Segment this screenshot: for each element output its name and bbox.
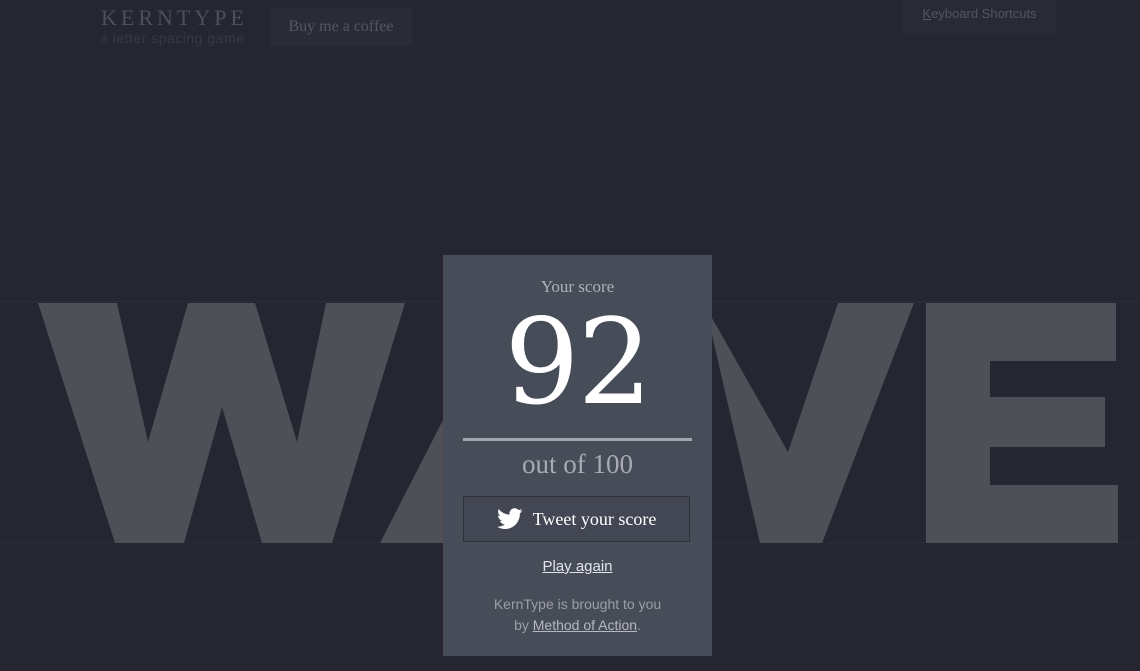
score-divider	[463, 438, 692, 441]
score-max: out of 100	[522, 449, 633, 479]
tweet-score-button[interactable]: Tweet your score	[463, 496, 690, 542]
page: KERNTYPE a letter spacing game Buy me a …	[0, 0, 1140, 671]
letter-a[interactable]: A	[380, 420, 443, 543]
play-again-link[interactable]: Play again	[443, 558, 712, 576]
tweet-label: Tweet your score	[532, 508, 657, 529]
credit-line-1: KernType is brought to you	[493, 596, 662, 612]
credit-end: .	[637, 617, 641, 633]
twitter-icon	[496, 508, 523, 530]
letter-e[interactable]: E	[926, 303, 1118, 543]
method-of-action-link[interactable]: Method of Action	[533, 617, 637, 633]
score-card: Your score 92 out of 100 Tweet your scor…	[443, 255, 712, 656]
credit-by: by	[514, 617, 533, 633]
credit-text: KernType is brought to you by Method of …	[443, 594, 712, 636]
score-value: 92	[504, 293, 652, 431]
letter-w[interactable]: W	[38, 303, 405, 543]
letter-v[interactable]: V	[712, 303, 914, 543]
